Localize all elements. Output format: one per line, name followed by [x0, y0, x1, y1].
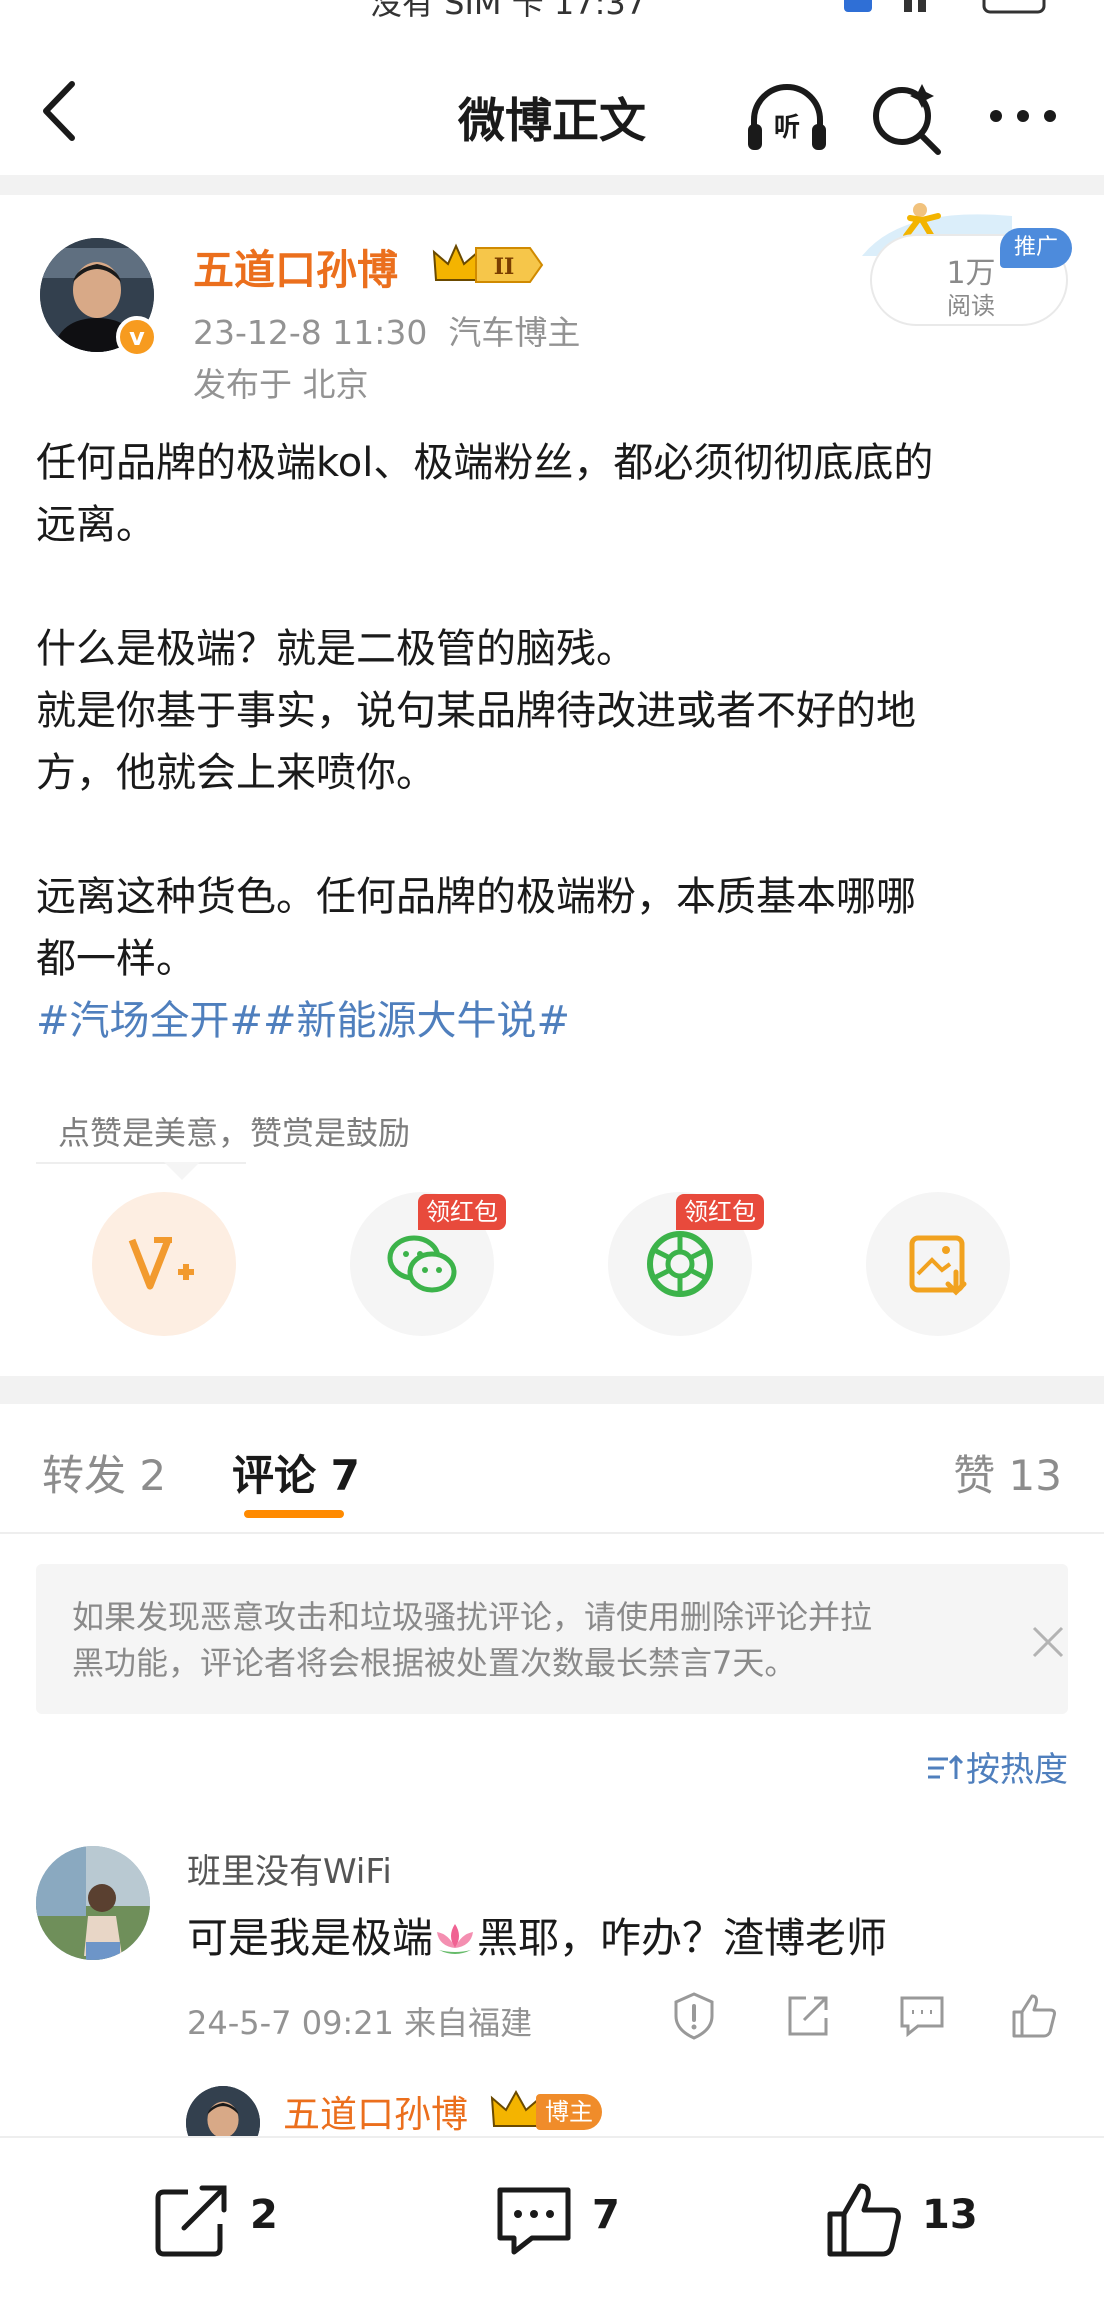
forward-comment-icon[interactable] [782, 1990, 834, 2042]
lotus-emoji-icon [437, 1924, 473, 1954]
more-options-icon[interactable] [988, 96, 1058, 136]
status-icons [844, 0, 1046, 14]
vip-crown-icon[interactable]: II [430, 240, 546, 290]
search-icon[interactable] [868, 78, 944, 158]
status-text: 没有 SIM 卡 17:37 [370, 0, 647, 20]
post-line: 就是你基于事实，说句某品牌待改进或者不好的地 [36, 688, 916, 734]
post-line: 都一样。 [36, 936, 196, 982]
svg-text:听: 听 [774, 113, 800, 143]
sort-by-hot-button[interactable]: 按热度 [926, 1742, 1068, 1791]
close-icon[interactable] [1030, 1624, 1066, 1660]
reward-tip: 点赞是美意，赞赏是鼓励 [36, 1100, 410, 1180]
v-plus-icon [128, 1237, 194, 1290]
hongbao-tag: 领红包 [676, 1194, 764, 1230]
tip-caret [164, 1162, 200, 1180]
tip-reward-button[interactable] [92, 1192, 236, 1336]
hashtag-row: #汽场全开##新能源大牛说# [36, 990, 1076, 1052]
verified-badge-icon: v [116, 316, 158, 358]
tab-likes[interactable]: 赞 13 [953, 1442, 1062, 1503]
post-line: 什么是极端？就是二极管的脑残。 [36, 626, 636, 672]
promote-badge[interactable]: 推广 [1000, 228, 1072, 268]
nav-divider [0, 175, 1104, 195]
listen-headphones-icon[interactable]: 听 [744, 78, 830, 158]
like-thumb-icon [827, 2183, 901, 2257]
hashtag-link[interactable]: #汽场全开# [36, 998, 263, 1044]
reply-comment-icon[interactable] [896, 1990, 948, 2042]
like-button[interactable]: 13 [822, 2178, 1002, 2262]
tab-comments[interactable]: 评论 7 [232, 1442, 360, 1503]
commenter-avatar[interactable] [36, 1846, 150, 1960]
comment-meta: 24-5-7 09:21 来自福建 [187, 2004, 533, 2042]
comment-text-part: 可是我是极端 [187, 1914, 433, 1962]
vip-level-text: II [494, 254, 515, 280]
moderation-notice: 如果发现恶意攻击和垃圾骚扰评论，请使用删除评论并拉 黑功能，评论者将会根据被处置… [36, 1564, 1068, 1714]
author-badge: 博主 [536, 2094, 602, 2130]
hongbao-tag: 领红包 [418, 1194, 506, 1230]
sort-icon [928, 1754, 964, 1779]
comment-text-part: 黑耶，咋办？渣博老师 [477, 1914, 887, 1962]
comment-icon [497, 2187, 571, 2255]
active-tab-indicator [244, 1510, 344, 1518]
post-location: 发布于 北京 [193, 365, 369, 404]
reward-tip-text: 点赞是美意，赞赏是鼓励 [58, 1114, 411, 1152]
repost-count: 2 [250, 2192, 278, 2238]
author-name[interactable]: 五道口孙博 [193, 236, 398, 296]
tab-reposts[interactable]: 转发 2 [42, 1442, 166, 1503]
comment-count: 7 [592, 2192, 620, 2238]
post-line: 远离。 [36, 502, 156, 548]
status-bar: 没有 SIM 卡 17:37 [0, 0, 1104, 20]
post-line: 任何品牌的极端kol、极端粉丝，都必须彻彻底底的 [36, 440, 934, 486]
section-divider [0, 1376, 1104, 1404]
author-role: 汽车博主 [448, 313, 581, 352]
commenter-name[interactable]: 班里没有WiFi [187, 1844, 392, 1893]
sort-label: 按热度 [966, 1750, 1068, 1790]
like-comment-icon[interactable] [1008, 1990, 1060, 2042]
save-image-button[interactable] [866, 1192, 1010, 1336]
save-image-icon [909, 1235, 967, 1296]
like-count: 13 [922, 2192, 978, 2238]
post-line: 方，他就会上来喷你。 [36, 750, 436, 796]
hashtag-link[interactable]: #新能源大牛说# [263, 998, 570, 1044]
comment-text: 可是我是极端 黑耶，咋办？渣博老师 [187, 1904, 887, 1964]
post-date: 23-12-8 11:30 [193, 313, 428, 352]
reply-author-name[interactable]: 五道口孙博 [283, 2084, 468, 2138]
comment-button[interactable]: 7 [492, 2178, 642, 2262]
wechat-icon [387, 1235, 457, 1293]
moments-aperture-icon [647, 1231, 713, 1297]
commenter-avatar-image [36, 1846, 150, 1960]
post-meta-line: 23-12-8 11:30 汽车博主 [193, 306, 580, 354]
read-count-label: 阅读 [947, 292, 995, 320]
post-line: 远离这种货色。任何品牌的极端粉，本质基本哪哪 [36, 874, 916, 920]
bottom-action-bar: 2 7 13 [0, 2136, 1104, 2300]
top-nav-bar: 微博正文 听 [0, 20, 1104, 175]
interaction-tabs: 转发 2 评论 7 赞 13 [0, 1404, 1104, 1534]
repost-button[interactable]: 2 [150, 2178, 300, 2262]
notice-text: 如果发现恶意攻击和垃圾骚扰评论，请使用删除评论并拉 黑功能，评论者将会根据被处置… [72, 1598, 873, 1682]
report-icon[interactable] [668, 1990, 720, 2042]
repost-icon [155, 2185, 227, 2257]
post-body: 任何品牌的极端kol、极端粉丝，都必须彻彻底底的 远离。 什么是极端？就是二极管… [36, 432, 1076, 1052]
